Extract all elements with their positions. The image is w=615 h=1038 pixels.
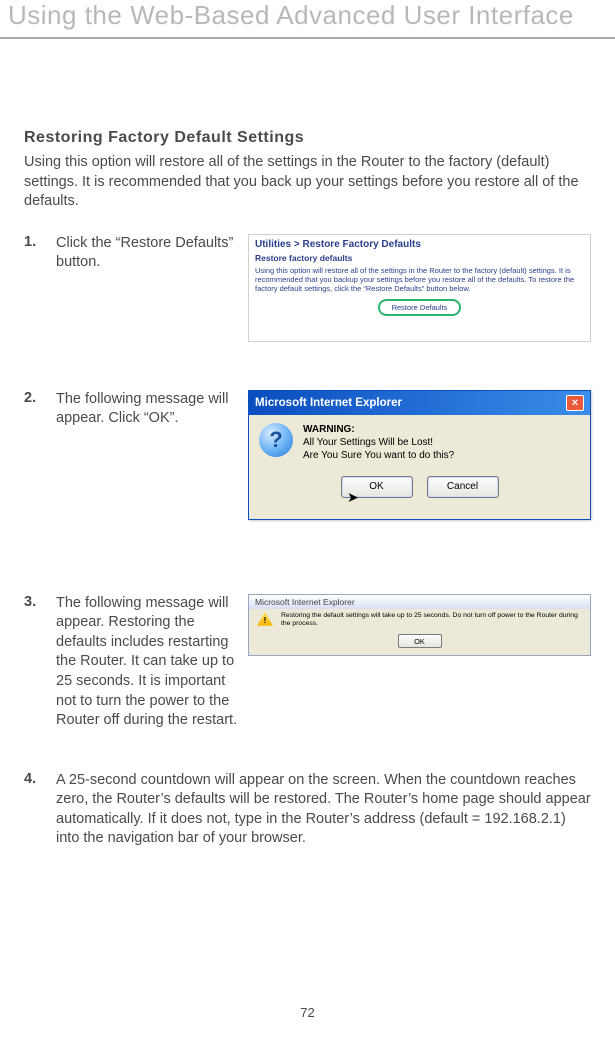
step-4: 4. A 25-second countdown will appear on … <box>24 771 591 849</box>
info-dialog: Microsoft Internet Explorer ! Restoring … <box>248 594 591 656</box>
panel-title: Utilities > Restore Factory Defaults <box>255 239 584 250</box>
dialog-message: Restoring the default settings will take… <box>281 612 582 629</box>
ok-button[interactable]: OK <box>398 634 442 648</box>
restore-defaults-button[interactable]: Restore Defaults <box>378 299 462 316</box>
dialog-message: WARNING: All Your Settings Will be Lost!… <box>303 423 454 462</box>
question-icon: ? <box>259 423 293 457</box>
step-1: 1. Click the “Restore Defaults” button. … <box>24 234 591 342</box>
page-number: 72 <box>0 1005 615 1020</box>
dialog-title: Microsoft Internet Explorer <box>255 397 402 409</box>
cancel-button[interactable]: Cancel <box>427 476 499 498</box>
utility-panel: Utilities > Restore Factory Defaults Res… <box>248 234 591 342</box>
step-number: 3. <box>24 594 46 610</box>
step-number: 2. <box>24 390 46 406</box>
step-3: 3. The following message will appear. Re… <box>24 594 591 731</box>
step-3-screenshot: Microsoft Internet Explorer ! Restoring … <box>248 594 591 656</box>
warning-dialog: Microsoft Internet Explorer × ? WARNING:… <box>248 390 591 520</box>
step-text: The following message will appear. Resto… <box>56 594 238 731</box>
step-text: The following message will appear. Click… <box>56 390 238 429</box>
step-number: 1. <box>24 234 46 250</box>
step-2-screenshot: Microsoft Internet Explorer × ? WARNING:… <box>248 390 591 520</box>
section-description: Using this option will restore all of th… <box>24 153 591 212</box>
panel-subtitle: Restore factory defaults <box>255 253 584 263</box>
step-number: 4. <box>24 771 46 787</box>
step-text: A 25-second countdown will appear on the… <box>56 771 591 849</box>
close-icon[interactable]: × <box>566 395 584 411</box>
step-text: Click the “Restore Defaults” button. <box>56 234 238 273</box>
section-title: Restoring Factory Default Settings <box>24 129 591 147</box>
ok-button[interactable]: OK <box>341 476 413 498</box>
warning-icon: ! <box>257 612 273 626</box>
step-2: 2. The following message will appear. Cl… <box>24 390 591 520</box>
dialog-titlebar: Microsoft Internet Explorer × <box>249 391 590 415</box>
content-area: Restoring Factory Default Settings Using… <box>0 129 615 849</box>
page-header: Using the Web-Based Advanced User Interf… <box>0 0 615 39</box>
dialog-titlebar: Microsoft Internet Explorer <box>249 595 590 609</box>
panel-body: Using this option will restore all of th… <box>255 266 584 293</box>
step-1-screenshot: Utilities > Restore Factory Defaults Res… <box>248 234 591 342</box>
